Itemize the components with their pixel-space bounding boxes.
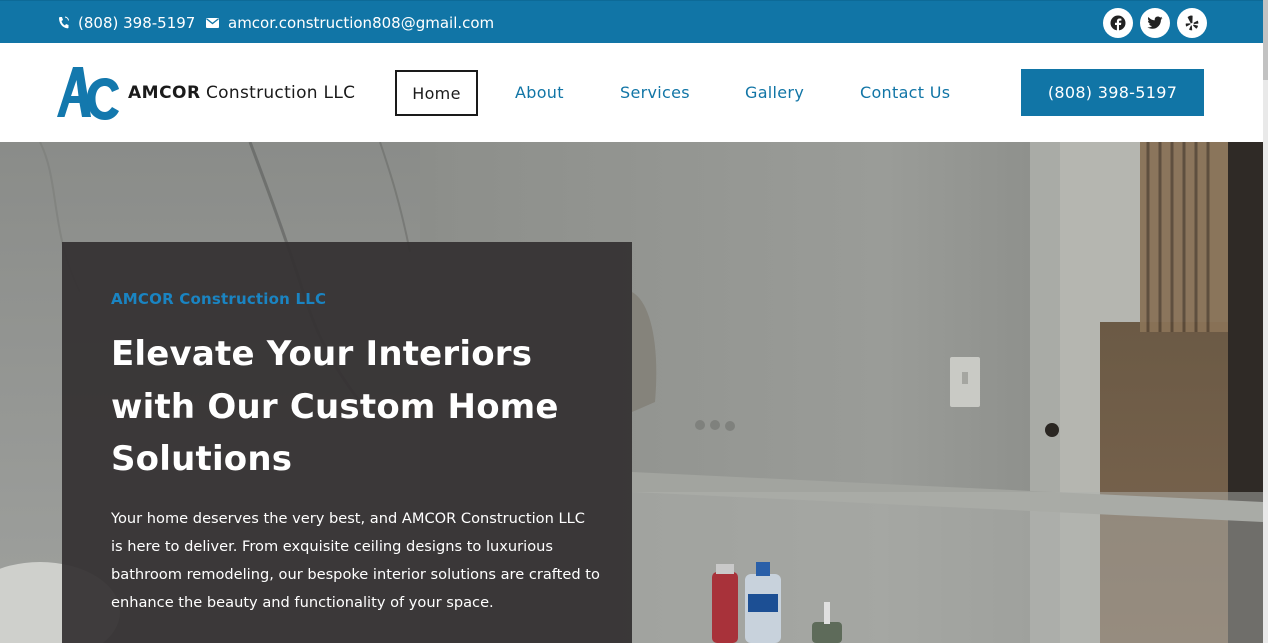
logo-name-bold: AMCOR	[128, 83, 201, 103]
envelope-icon	[206, 17, 219, 28]
site-logo[interactable]: AMCOR Construction LLC	[57, 65, 355, 121]
logo-wordmark: AMCOR Construction LLC	[128, 83, 355, 103]
yelp-icon[interactable]	[1177, 8, 1207, 38]
nav-contact-us[interactable]: Contact Us	[860, 83, 950, 102]
nav-gallery[interactable]: Gallery	[745, 83, 804, 102]
scrollbar-thumb[interactable]	[1263, 0, 1268, 80]
hero-card: AMCOR Construction LLC Elevate Your Inte…	[62, 242, 632, 643]
page-scrollbar[interactable]	[1263, 0, 1268, 643]
site-header: AMCOR Construction LLC Home About Servic…	[0, 43, 1263, 142]
top-phone-link[interactable]: (808) 398-5197	[58, 1, 195, 44]
hero-section: AMCOR Construction LLC Elevate Your Inte…	[0, 142, 1263, 643]
top-phone-text: (808) 398-5197	[78, 13, 196, 32]
nav-services[interactable]: Services	[620, 83, 690, 102]
social-links	[1103, 8, 1207, 38]
hero-description: Your home deserves the very best, and AM…	[111, 510, 600, 611]
nav-about[interactable]: About	[515, 83, 564, 102]
nav-home[interactable]: Home	[395, 70, 478, 116]
top-email-text: amcor.construction808@gmail.com	[228, 13, 495, 32]
logo-mark-icon	[57, 67, 119, 120]
twitter-icon[interactable]	[1140, 8, 1170, 38]
facebook-icon[interactable]	[1103, 8, 1133, 38]
call-button[interactable]: (808) 398-5197	[1021, 69, 1204, 116]
phone-icon	[59, 16, 69, 29]
hero-eyebrow: AMCOR Construction LLC	[111, 290, 327, 308]
hero-title: Elevate Your Interiors with Our Custom H…	[111, 334, 559, 479]
top-bar: (808) 398-5197 amcor.construction808@gma…	[0, 0, 1263, 43]
top-email-link[interactable]: amcor.construction808@gmail.com	[206, 1, 494, 44]
logo-name-light: Construction LLC	[206, 83, 356, 103]
